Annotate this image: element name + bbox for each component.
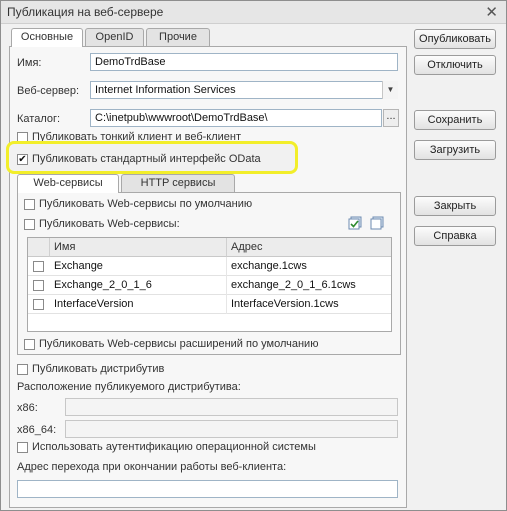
exit-url-label: Адрес перехода при окончании работы веб-… [17,461,287,473]
x86-input[interactable] [65,398,398,416]
table-row[interactable]: InterfaceVersion InterfaceVersion.1cws [28,295,391,314]
web-services-table: Имя Адрес Exchange exchange.1cws Exchang… [27,237,392,332]
webserver-label: Веб-сервер: [17,85,80,97]
tab-openid[interactable]: OpenID [85,28,144,46]
catalog-label: Каталог: [17,113,61,125]
catalog-input[interactable]: C:\inetpub\wwwroot\DemoTrdBase\ [90,109,382,127]
row-name: Exchange_2_0_1_6 [50,276,227,295]
close-button[interactable]: Закрыть [414,196,496,216]
ws-publish-checkbox[interactable] [24,219,35,230]
check-all-icon[interactable] [348,216,362,230]
odata-checkbox[interactable]: ✔ [17,154,28,165]
ws-default-label: Публиковать Web-сервисы по умолчанию [39,198,253,210]
x86-64-label: x86_64: [17,424,57,436]
window-title: Публикация на веб-сервере [7,5,164,19]
disable-button[interactable]: Отключить [414,55,496,75]
distrib-label: Публиковать дистрибутив [32,363,165,375]
row-address: InterfaceVersion.1cws [231,298,339,310]
publish-button[interactable]: Опубликовать [414,29,496,49]
row-checkbox[interactable] [33,299,44,310]
tab-main[interactable]: Основные [11,28,83,47]
row-address: exchange.1cws [231,260,307,272]
column-header-name[interactable]: Имя [50,238,227,257]
tab-web-services[interactable]: Web-сервисы [17,174,119,193]
odata-label: Публиковать стандартный интерфейс OData [32,153,261,165]
table-row[interactable]: Exchange_2_0_1_6 exchange_2_0_1_6.1cws [28,276,391,295]
row-name: Exchange [50,257,227,276]
table-row[interactable]: Exchange exchange.1cws [28,257,391,276]
name-input[interactable]: DemoTrdBase [90,53,398,71]
name-label: Имя: [17,57,42,69]
os-auth-checkbox[interactable] [17,442,28,453]
tab-other[interactable]: Прочие [146,28,210,46]
exit-url-input[interactable] [17,480,398,498]
row-address: exchange_2_0_1_6.1cws [231,279,356,291]
ws-default-checkbox[interactable] [24,199,35,210]
row-checkbox[interactable] [33,280,44,291]
close-icon[interactable]: ✕ [485,3,498,21]
load-button[interactable]: Загрузить [414,140,496,160]
help-button[interactable]: Справка [414,226,496,246]
column-header-address[interactable]: Адрес [227,238,391,257]
tab-http-services[interactable]: HTTP сервисы [121,174,235,192]
chevron-down-icon[interactable]: ▼ [382,81,398,99]
title-bar: Публикация на веб-сервере ✕ [1,1,506,24]
os-auth-label: Использовать аутентификацию операционной… [32,441,316,453]
column-header-check [28,238,50,257]
row-checkbox[interactable] [33,261,44,272]
ws-publish-label: Публиковать Web-сервисы: [39,218,180,230]
publish-dialog: Публикация на веб-сервере ✕ Основные Ope… [0,0,507,511]
ws-extensions-checkbox[interactable] [24,339,35,350]
x86-label: x86: [17,402,38,414]
save-button[interactable]: Сохранить [414,110,496,130]
x86-64-input[interactable] [65,420,398,438]
row-name: InterfaceVersion [50,295,227,314]
uncheck-all-icon[interactable] [370,216,384,230]
webserver-select[interactable]: Internet Information Services [90,81,398,99]
distrib-checkbox[interactable] [17,364,28,375]
ws-extensions-label: Публиковать Web-сервисы расширений по ум… [39,338,319,350]
distrib-location-label: Расположение публикуемого дистрибутива: [17,381,241,393]
browse-button[interactable]: ... [383,109,399,127]
